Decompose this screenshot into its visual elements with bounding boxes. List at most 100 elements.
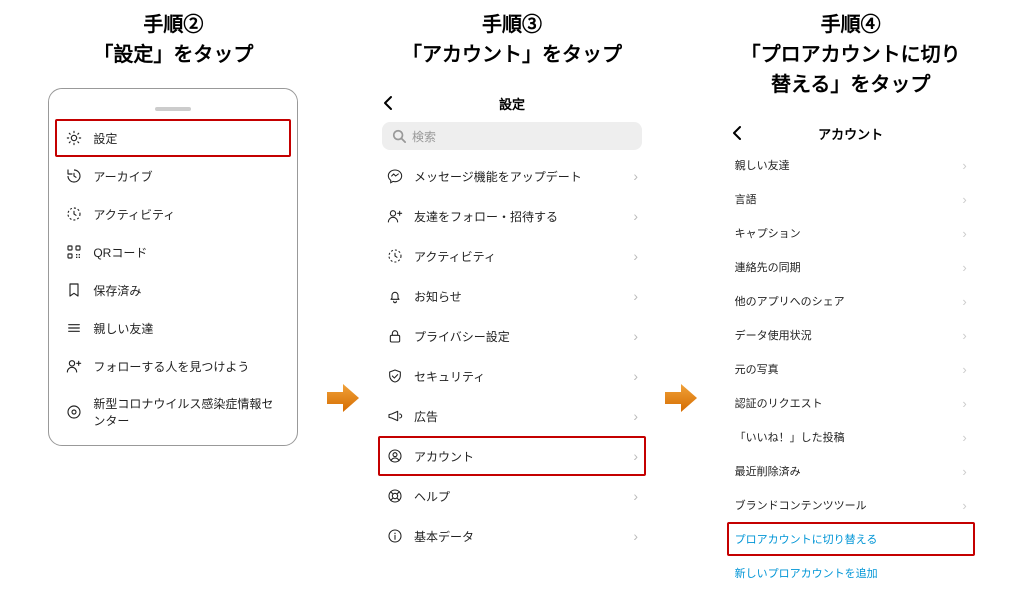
history-icon — [65, 167, 83, 185]
back-button[interactable] — [725, 121, 749, 145]
settings-item-label: お知らせ — [414, 288, 623, 305]
settings-item-2[interactable]: アクティビティ› — [378, 236, 646, 276]
chevron-right-icon: › — [633, 168, 638, 184]
menu-item-label: 新型コロナウイルス感染症情報センター — [93, 395, 281, 429]
settings-item-7[interactable]: アカウント› — [378, 436, 646, 476]
account-item-10[interactable]: ブランドコンテンツツール› — [727, 488, 975, 522]
settings-item-label: セキュリティ — [414, 368, 623, 385]
settings-item-label: 広告 — [414, 408, 623, 425]
chevron-left-icon — [729, 125, 745, 141]
add-person-icon — [65, 357, 83, 375]
account-item-6[interactable]: 元の写真› — [727, 352, 975, 386]
account-item-label: プロアカウントに切り替える — [735, 531, 967, 547]
menu-item-5[interactable]: 親しい友達 — [55, 309, 291, 347]
chevron-left-icon — [380, 95, 396, 111]
settings-item-6[interactable]: 広告 › — [378, 396, 646, 436]
info-icon — [386, 527, 404, 545]
gear-icon — [65, 129, 83, 147]
lock-icon — [386, 327, 404, 345]
settings-item-label: プライバシー設定 — [414, 328, 623, 345]
search-placeholder: 検索 — [412, 128, 436, 145]
info-icon — [65, 403, 83, 421]
menu-item-label: 保存済み — [93, 282, 281, 299]
account-item-12[interactable]: 新しいプロアカウントを追加 — [727, 556, 975, 590]
menu-item-label: 親しい友達 — [93, 320, 281, 337]
account-item-label: 元の写真 — [735, 361, 963, 377]
chevron-right-icon: › — [962, 328, 966, 343]
activity-icon — [65, 205, 83, 223]
activity-icon — [386, 247, 404, 265]
arrow-2-3 — [325, 10, 361, 566]
panel-3-settings: 設定 検索 メッセージ機能をアップデート›友達をフォロー・招待する›アクティビテ… — [372, 88, 652, 556]
chevron-right-icon: › — [962, 294, 966, 309]
account-item-3[interactable]: 連絡先の同期› — [727, 250, 975, 284]
account-item-9[interactable]: 最近削除済み› — [727, 454, 975, 488]
menu-item-1[interactable]: アーカイブ — [55, 157, 291, 195]
bookmark-icon — [65, 281, 83, 299]
account-item-label: 認証のリクエスト — [735, 395, 963, 411]
account-item-7[interactable]: 認証のリクエスト› — [727, 386, 975, 420]
menu-item-label: QRコード — [93, 244, 281, 261]
account-header: アカウント — [721, 118, 981, 148]
step-4-title: 手順④ 「プロアカウントに切り 替える」をタップ — [741, 10, 961, 100]
step-3-title: 手順③ 「アカウント」をタップ — [402, 10, 622, 70]
settings-item-label: メッセージ機能をアップデート — [414, 168, 623, 185]
account-item-2[interactable]: キャプション› — [727, 216, 975, 250]
menu-item-7[interactable]: 新型コロナウイルス感染症情報センター — [55, 385, 291, 439]
arrow-right-icon — [663, 380, 699, 416]
list-icon — [65, 319, 83, 337]
step-3-column: 手順③ 「アカウント」をタップ 設定 検索 メッセージ機能をアップデート › 友達を… — [369, 10, 656, 556]
account-item-label: 連絡先の同期 — [735, 259, 963, 275]
back-button[interactable] — [376, 91, 400, 115]
menu-item-label: フォローする人を見つけよう — [93, 358, 281, 375]
menu-item-0[interactable]: 設定 — [55, 119, 291, 157]
chevron-right-icon: › — [633, 528, 638, 544]
chevron-right-icon: › — [962, 430, 966, 445]
chevron-right-icon: › — [633, 328, 638, 344]
settings-item-label: 友達をフォロー・招待する — [414, 208, 623, 225]
account-item-8[interactable]: 「いいね！」した投稿› — [727, 420, 975, 454]
settings-item-9[interactable]: 基本データ› — [378, 516, 646, 556]
settings-item-label: アクティビティ — [414, 248, 623, 265]
account-item-label: 言語 — [735, 191, 963, 207]
account-item-label: 親しい友達 — [735, 157, 963, 173]
account-item-0[interactable]: 親しい友達› — [727, 148, 975, 182]
account-item-label: データ使用状況 — [735, 327, 963, 343]
settings-item-0[interactable]: メッセージ機能をアップデート › — [378, 156, 646, 196]
settings-item-3[interactable]: お知らせ› — [378, 276, 646, 316]
menu-item-3[interactable]: QRコード — [55, 233, 291, 271]
menu-item-2[interactable]: アクティビティ — [55, 195, 291, 233]
account-item-5[interactable]: データ使用状況› — [727, 318, 975, 352]
settings-item-label: アカウント — [414, 448, 623, 465]
help-icon — [386, 487, 404, 505]
qr-icon — [65, 243, 83, 261]
account-item-label: 他のアプリへのシェア — [735, 293, 963, 309]
settings-item-4[interactable]: プライバシー設定 › — [378, 316, 646, 356]
account-item-11[interactable]: プロアカウントに切り替える — [727, 522, 975, 556]
chevron-right-icon: › — [633, 408, 638, 424]
arrow-right-icon — [325, 380, 361, 416]
menu-item-6[interactable]: フォローする人を見つけよう — [55, 347, 291, 385]
search-input[interactable]: 検索 — [382, 122, 642, 150]
menu-item-4[interactable]: 保存済み — [55, 271, 291, 309]
settings-header: 設定 — [372, 88, 652, 118]
account-icon — [386, 447, 404, 465]
chevron-right-icon: › — [962, 464, 966, 479]
settings-title: 設定 — [499, 94, 525, 113]
account-item-1[interactable]: 言語› — [727, 182, 975, 216]
settings-item-1[interactable]: 友達をフォロー・招待する› — [378, 196, 646, 236]
bell-icon — [386, 287, 404, 305]
chevron-right-icon: › — [962, 260, 966, 275]
panel-2-menu: 設定アーカイブアクティビティ QRコード保存済み親しい友達フォローする人を見つけよ… — [48, 88, 298, 446]
step-2-title: 手順② 「設定」をタップ — [93, 10, 253, 70]
chevron-right-icon: › — [962, 362, 966, 377]
account-item-4[interactable]: 他のアプリへのシェア› — [727, 284, 975, 318]
chevron-right-icon: › — [962, 396, 966, 411]
step-4-column: 手順④ 「プロアカウントに切り 替える」をタップ アカウント 親しい友達›言語›… — [707, 10, 994, 590]
chevron-right-icon: › — [962, 158, 966, 173]
chevron-right-icon: › — [633, 368, 638, 384]
account-item-label: キャプション — [735, 225, 963, 241]
settings-item-5[interactable]: セキュリティ › — [378, 356, 646, 396]
settings-item-8[interactable]: ヘルプ› — [378, 476, 646, 516]
sheet-handle — [49, 89, 297, 113]
